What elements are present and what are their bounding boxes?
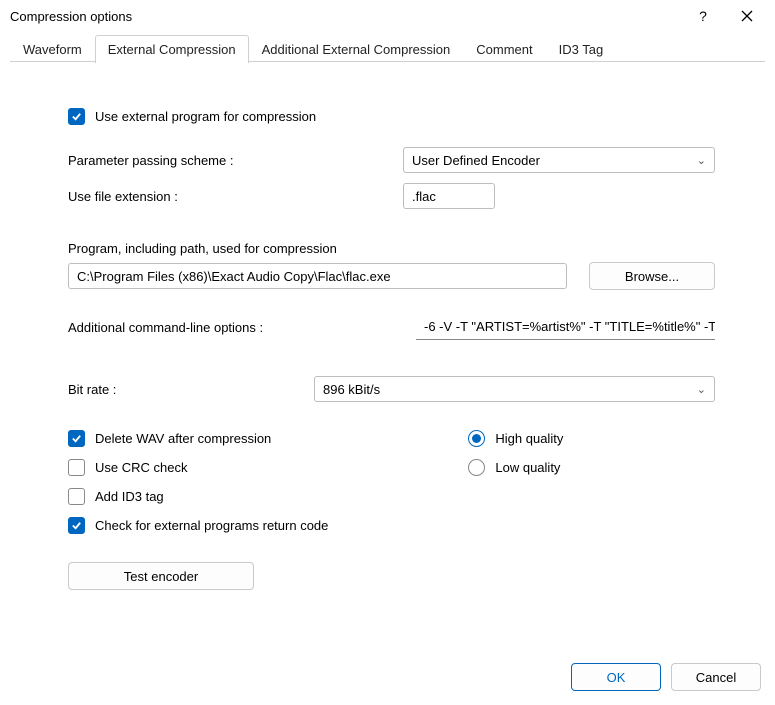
delete-wav-checkbox[interactable] bbox=[68, 430, 85, 447]
check-icon bbox=[71, 111, 82, 122]
bitrate-value: 896 kBit/s bbox=[323, 382, 380, 397]
low-quality-radio[interactable] bbox=[468, 459, 485, 476]
file-ext-input[interactable]: .flac bbox=[403, 183, 495, 209]
high-quality-radio[interactable] bbox=[468, 430, 485, 447]
cancel-button[interactable]: Cancel bbox=[671, 663, 761, 691]
tab-comment[interactable]: Comment bbox=[463, 35, 545, 63]
check-return-label: Check for external programs return code bbox=[95, 518, 328, 533]
param-scheme-label: Parameter passing scheme : bbox=[68, 153, 403, 168]
low-quality-label: Low quality bbox=[495, 460, 560, 475]
tab-pane-external: Use external program for compression Par… bbox=[0, 62, 775, 590]
check-icon bbox=[71, 520, 82, 531]
check-icon bbox=[71, 433, 82, 444]
file-ext-value: .flac bbox=[412, 189, 436, 204]
program-path-input[interactable]: C:\Program Files (x86)\Exact Audio Copy\… bbox=[68, 263, 567, 289]
test-encoder-button[interactable]: Test encoder bbox=[68, 562, 254, 590]
high-quality-label: High quality bbox=[495, 431, 563, 446]
browse-button[interactable]: Browse... bbox=[589, 262, 715, 290]
cmdline-label: Additional command-line options : bbox=[68, 320, 416, 335]
program-label: Program, including path, used for compre… bbox=[68, 241, 715, 256]
close-icon bbox=[741, 10, 753, 22]
add-id3-checkbox[interactable] bbox=[68, 488, 85, 505]
use-crc-label: Use CRC check bbox=[95, 460, 187, 475]
window-title: Compression options bbox=[10, 9, 681, 24]
tab-bar: Waveform External Compression Additional… bbox=[0, 32, 775, 62]
chevron-down-icon: ⌄ bbox=[697, 383, 706, 396]
titlebar: Compression options ? bbox=[0, 0, 775, 32]
param-scheme-value: User Defined Encoder bbox=[412, 153, 540, 168]
delete-wav-label: Delete WAV after compression bbox=[95, 431, 271, 446]
dialog-footer: OK Cancel bbox=[571, 663, 761, 691]
file-ext-label: Use file extension : bbox=[68, 189, 403, 204]
bitrate-label: Bit rate : bbox=[68, 382, 314, 397]
chevron-down-icon: ⌄ bbox=[697, 154, 706, 167]
tab-id3-tag[interactable]: ID3 Tag bbox=[546, 35, 617, 63]
tab-additional-external-compression[interactable]: Additional External Compression bbox=[249, 35, 464, 63]
check-return-checkbox[interactable] bbox=[68, 517, 85, 534]
help-button[interactable]: ? bbox=[681, 1, 725, 31]
program-path-value: C:\Program Files (x86)\Exact Audio Copy\… bbox=[77, 269, 391, 284]
add-id3-label: Add ID3 tag bbox=[95, 489, 164, 504]
cmdline-value: -6 -V -T "ARTIST=%artist%" -T "TITLE=%ti… bbox=[424, 319, 715, 334]
bitrate-select[interactable]: 896 kBit/s ⌄ bbox=[314, 376, 715, 402]
help-icon: ? bbox=[699, 8, 707, 24]
use-external-label: Use external program for compression bbox=[95, 109, 316, 124]
tab-waveform[interactable]: Waveform bbox=[10, 35, 95, 63]
use-external-checkbox[interactable] bbox=[68, 108, 85, 125]
cmdline-input[interactable]: -6 -V -T "ARTIST=%artist%" -T "TITLE=%ti… bbox=[416, 314, 715, 340]
ok-button[interactable]: OK bbox=[571, 663, 661, 691]
use-crc-checkbox[interactable] bbox=[68, 459, 85, 476]
param-scheme-select[interactable]: User Defined Encoder ⌄ bbox=[403, 147, 715, 173]
close-button[interactable] bbox=[725, 1, 769, 31]
tab-external-compression[interactable]: External Compression bbox=[95, 35, 249, 63]
